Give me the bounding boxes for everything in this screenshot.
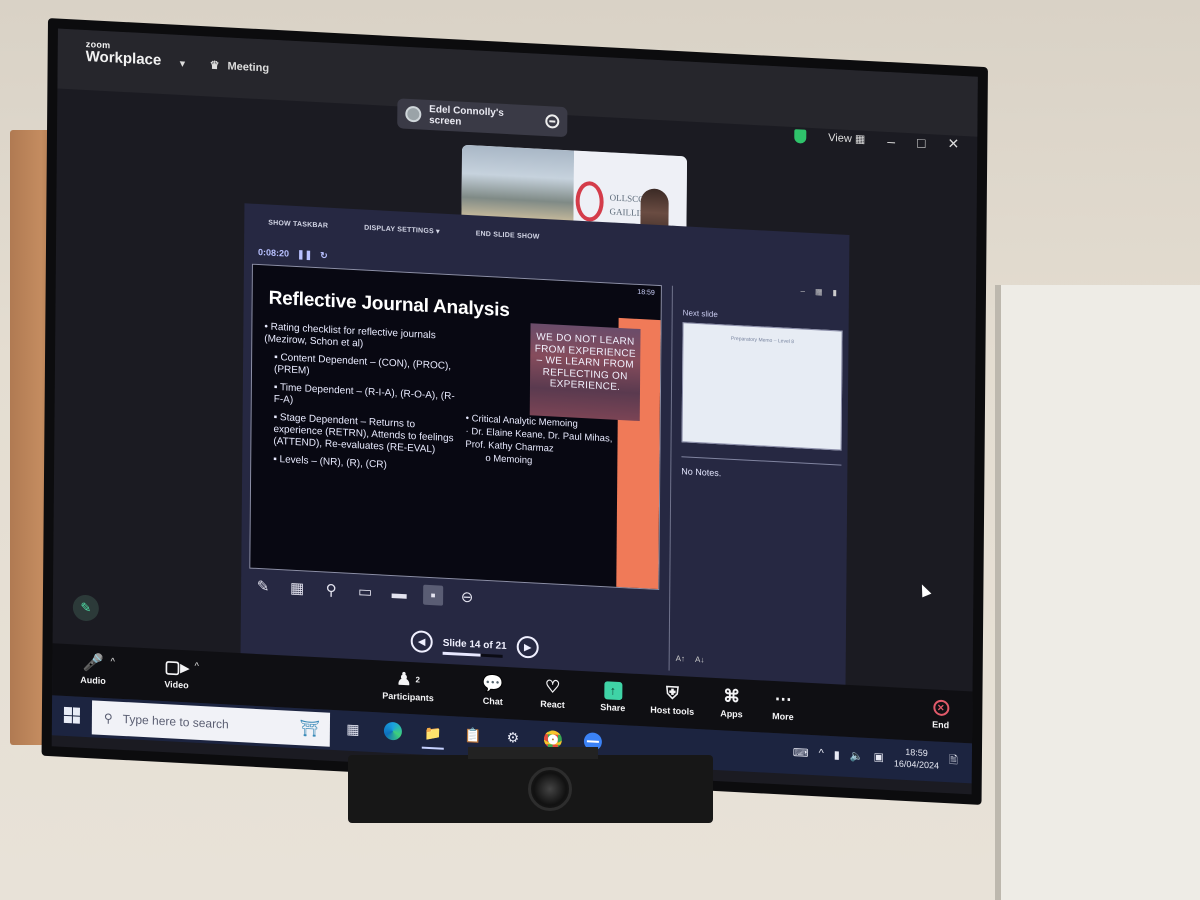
heart-icon: ♡ <box>544 677 561 697</box>
show-taskbar-button[interactable]: SHOW TASKBAR <box>268 219 328 229</box>
meeting-tab[interactable]: ♛ Meeting <box>210 58 270 74</box>
windows-start-icon[interactable] <box>63 706 80 724</box>
taskbar-clock[interactable]: 18:59 16/04/2024 <box>894 745 939 771</box>
apps-button[interactable]: ⌘ Apps <box>720 684 743 719</box>
end-button[interactable]: ✕ End <box>932 695 949 730</box>
chat-button[interactable]: 💬 Chat <box>482 672 503 707</box>
camera-lens <box>528 767 572 811</box>
maximize-button[interactable]: □ <box>917 134 926 150</box>
slide-bullets-left: • Rating checklist for reflective journa… <box>261 321 462 475</box>
bullet: ▪ Content Dependent – (CON), (PROC), (PR… <box>273 351 452 377</box>
subtitles-icon[interactable]: ▬ <box>389 583 409 604</box>
show-hidden-icons[interactable]: ^ <box>819 747 824 759</box>
zoom-window: zoom Workplace ▾ ♛ Meeting View ▦ – □ ✕ … <box>51 28 978 795</box>
task-view-icon[interactable]: ▦ <box>342 716 364 741</box>
keyboard-icon[interactable]: ⌨ <box>793 746 809 760</box>
edge-icon[interactable] <box>382 719 404 744</box>
current-slide: 18:59 Reflective Journal Analysis • Rati… <box>249 263 662 591</box>
close-button[interactable]: ✕ <box>947 135 959 153</box>
slide-quote-image: WE DO NOT LEARN FROM EXPERIENCE – WE LEA… <box>529 323 641 422</box>
mouse-cursor <box>917 582 932 598</box>
share-button[interactable]: ↑ Share <box>600 678 625 713</box>
participants-button[interactable]: ♟ 2 Participants <box>382 667 434 703</box>
slide-tools: ✎ ▦ ⚲ ▭ ▬ ▪ ⊖ <box>253 576 477 608</box>
slide-bullets-right: • Critical Analytic Memoing · Dr. Elaine… <box>465 412 625 472</box>
display-icon[interactable]: ▣ <box>874 750 885 764</box>
notepad-icon[interactable]: 📋 <box>462 723 484 748</box>
annotate-pencil-icon[interactable]: ✎ <box>72 594 99 622</box>
audio-button[interactable]: 🎤 Audio ^ <box>80 651 115 686</box>
restart-icon[interactable]: ↻ <box>320 250 328 261</box>
panel-divider[interactable] <box>681 456 842 466</box>
camera-toggle-icon[interactable]: ▪ <box>423 584 444 606</box>
end-slide-show-button[interactable]: END SLIDE SHOW <box>476 230 540 240</box>
presenter-avatar <box>405 105 422 123</box>
presenter-view: SHOW TASKBAR DISPLAY SETTINGS ▾ END SLID… <box>240 203 850 690</box>
pen-icon[interactable]: ✎ <box>253 576 273 597</box>
slideshow-timer: 0:08:20 ❚❚ ↻ <box>258 247 328 261</box>
notifications-icon[interactable]: 🗎 <box>949 751 958 770</box>
search-highlight-icon: ⛩ <box>299 720 320 739</box>
next-slide-label: Next slide <box>682 308 718 320</box>
react-button[interactable]: ♡ React <box>540 675 565 710</box>
notes-font-controls: A↑ A↓ <box>676 654 705 664</box>
more-options-icon[interactable]: ⊖ <box>457 586 477 607</box>
workplace-dropdown-chevron-icon[interactable]: ▾ <box>180 57 186 70</box>
audio-options-caret[interactable]: ^ <box>110 656 115 665</box>
host-tools-button[interactable]: ⛨ Host tools <box>650 681 694 716</box>
video-options-caret[interactable]: ^ <box>194 661 199 670</box>
decrease-font-icon[interactable]: A↓ <box>695 655 704 664</box>
usb-icon[interactable]: ▮ <box>834 748 840 761</box>
zoom-magnifier-icon[interactable]: ⚲ <box>321 579 341 600</box>
presenter-side-panel: Next slide Preparatory Memo – Level 8 No… <box>668 285 843 680</box>
bullet: ▪ Levels – (NR), (R), (CR) <box>273 453 387 471</box>
speaker-notes: No Notes. <box>681 466 722 479</box>
file-explorer-icon[interactable]: 📁 <box>421 721 444 750</box>
whiteboard <box>995 285 1200 900</box>
participants-icon: ♟ 2 <box>396 669 421 690</box>
more-button[interactable]: ⋯ More <box>772 687 794 722</box>
shield-icon: ⛨ <box>665 683 679 704</box>
slide-progress-bar <box>442 651 481 657</box>
video-button[interactable]: ▢▸ Video ^ <box>164 655 199 690</box>
volume-icon[interactable]: 🔈 <box>850 749 864 763</box>
view-button[interactable]: View ▦ <box>828 131 865 146</box>
slide-clock: 18:59 <box>637 288 655 297</box>
slide-navigation: ◀ Slide 14 of 21 ▶ <box>410 630 539 659</box>
microphone-icon: 🎤 <box>82 652 104 673</box>
bullet: • Rating checklist for reflective journa… <box>264 321 436 350</box>
see-all-slides-icon[interactable]: ▦ <box>287 578 307 599</box>
monitor: zoom Workplace ▾ ♛ Meeting View ▦ – □ ✕ … <box>41 18 988 805</box>
conference-camera-soundbar <box>348 747 713 823</box>
video-camera-icon: ▢▸ <box>164 657 190 678</box>
taskbar-search[interactable]: ⚲ Type here to search ⛩ <box>91 700 331 747</box>
previous-slide-button[interactable]: ◀ <box>410 630 433 654</box>
increase-font-icon[interactable]: A↑ <box>676 654 685 663</box>
bullet: ▪ Stage Dependent – Returns to experienc… <box>273 411 454 456</box>
end-icon: ✕ <box>932 699 949 717</box>
system-tray: ⌨ ^ ▮ 🔈 ▣ 18:59 16/04/2024 🗎 <box>793 740 958 773</box>
next-slide-button[interactable]: ▶ <box>516 635 539 659</box>
search-icon: ⚲ <box>103 710 113 726</box>
next-slide-thumbnail[interactable]: Preparatory Memo – Level 8 <box>681 322 843 451</box>
encryption-shield-icon[interactable] <box>794 128 807 144</box>
display-settings-button[interactable]: DISPLAY SETTINGS ▾ <box>364 224 440 236</box>
share-arrow-icon: ↑ <box>603 681 622 701</box>
black-screen-icon[interactable]: ▭ <box>355 581 375 602</box>
stop-viewing-icon[interactable] <box>545 114 560 129</box>
slide-title: Reflective Journal Analysis <box>268 287 510 322</box>
university-crest <box>575 180 604 223</box>
minimize-button[interactable]: – <box>887 132 895 148</box>
slide-counter[interactable]: Slide 14 of 21 <box>442 637 507 658</box>
meeting-icon: ♛ <box>209 59 220 72</box>
bullet: ▪ Time Dependent – (R-I-A), (R-O-A), (R-… <box>273 381 455 406</box>
pause-icon[interactable]: ❚❚ <box>297 249 312 261</box>
apps-icon: ⌘ <box>723 686 741 707</box>
more-icon: ⋯ <box>774 689 792 709</box>
chat-icon: 💬 <box>482 673 504 694</box>
zoom-logo: zoom Workplace <box>85 38 162 69</box>
